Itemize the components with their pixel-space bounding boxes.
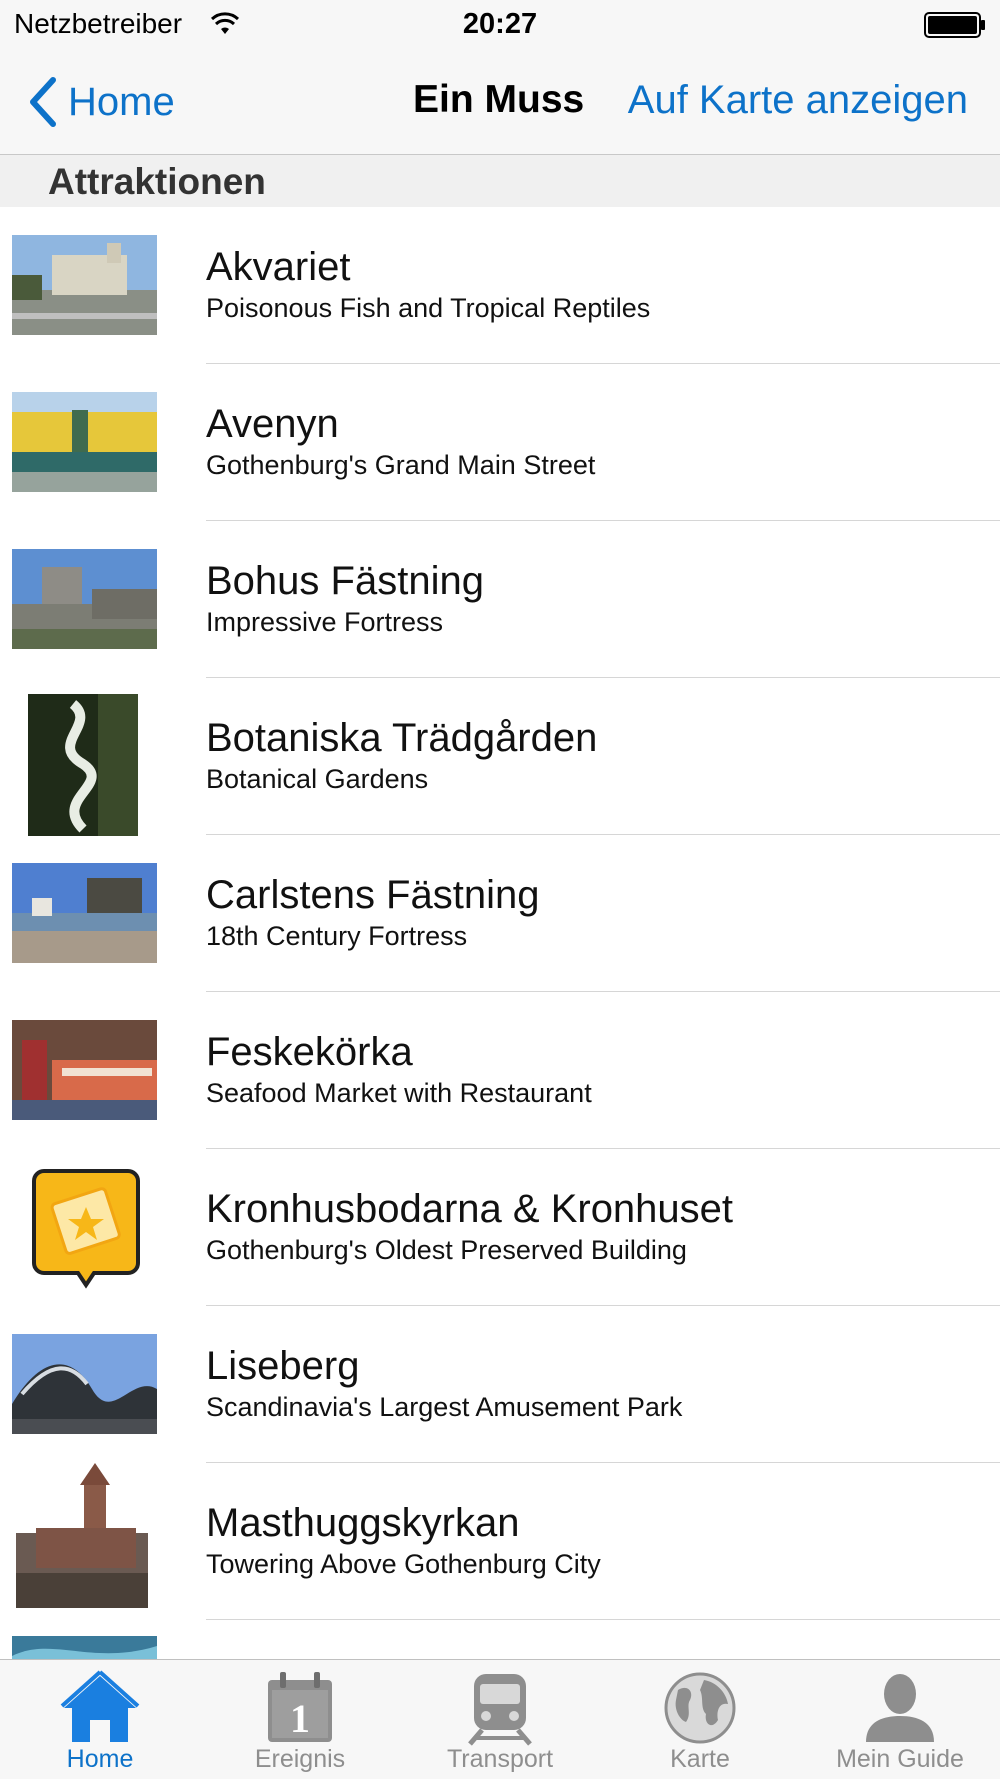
tab-bar: Home 1 Ereignis Transport Karte Mein Gui… xyxy=(0,1659,1000,1779)
page-title: Ein Muss xyxy=(413,78,585,121)
list-item[interactable]: Liseberg Scandinavia's Largest Amusement… xyxy=(0,1306,1000,1463)
thumbnail-image xyxy=(12,1334,157,1434)
tab-transport[interactable]: Transport xyxy=(400,1660,600,1779)
home-icon xyxy=(60,1670,140,1742)
item-subtitle: Impressive Fortress xyxy=(206,607,444,637)
tab-ereignis-label: Ereignis xyxy=(254,1745,346,1773)
clock: 20:27 xyxy=(462,8,538,40)
thumbnail-image xyxy=(12,392,157,492)
tab-mein-guide-label: Mein Guide xyxy=(836,1745,964,1773)
ticket-badge-icon xyxy=(30,1167,142,1289)
svg-text:1: 1 xyxy=(290,1696,310,1741)
list-item[interactable]: Botaniska Trädgården Botanical Gardens xyxy=(0,678,1000,836)
thumbnail-image xyxy=(12,235,157,335)
item-title: Akvariet xyxy=(206,245,351,289)
back-button-label: Home xyxy=(68,79,175,124)
thumbnail-image xyxy=(16,1463,148,1608)
item-subtitle: Gothenburg's Oldest Preserved Building xyxy=(206,1235,687,1265)
train-icon xyxy=(468,1674,532,1746)
tab-home-label: Home xyxy=(66,1745,134,1773)
item-subtitle: Gothenburg's Grand Main Street xyxy=(206,450,596,480)
calendar-icon: 1 xyxy=(268,1672,332,1742)
item-title: Carlstens Fästning xyxy=(206,873,540,917)
item-title: Kronhusbodarna & Kronhuset xyxy=(206,1187,734,1231)
item-subtitle: Scandinavia's Largest Amusement Park xyxy=(206,1392,683,1422)
person-icon xyxy=(866,1674,934,1742)
item-title: Bohus Fästning xyxy=(206,559,484,603)
thumbnail-image xyxy=(12,1020,157,1120)
item-subtitle: 18th Century Fortress xyxy=(206,921,468,951)
item-title: Liseberg xyxy=(206,1344,360,1388)
section-header: Attraktionen xyxy=(0,155,1000,207)
thumbnail-image xyxy=(12,863,157,963)
list-item[interactable]: Carlstens Fästning 18th Century Fortress xyxy=(0,835,1000,992)
list-item[interactable]: Avenyn Gothenburg's Grand Main Street xyxy=(0,364,1000,521)
tab-transport-label: Transport xyxy=(446,1745,554,1773)
tab-karte-label: Karte xyxy=(670,1745,730,1773)
item-subtitle: Botanical Gardens xyxy=(206,764,429,794)
navigation-bar: Home Ein Muss Auf Karte anzeigen xyxy=(0,50,1000,155)
list-item[interactable] xyxy=(0,1620,1000,1659)
thumbnail-image xyxy=(12,1636,157,1659)
list-item[interactable]: Masthuggskyrkan Towering Above Gothenbur… xyxy=(0,1463,1000,1620)
section-title: Attraktionen xyxy=(48,161,266,202)
list-item[interactable]: Bohus Fästning Impressive Fortress xyxy=(0,521,1000,678)
tab-karte[interactable]: Karte xyxy=(600,1660,800,1779)
list-item[interactable]: Kronhusbodarna & Kronhuset Gothenburg's … xyxy=(0,1149,1000,1306)
chevron-left-icon xyxy=(30,77,56,127)
thumbnail-image xyxy=(28,694,138,836)
status-bar: Netzbetreiber 20:27 xyxy=(0,0,1000,50)
tab-mein-guide[interactable]: Mein Guide xyxy=(800,1660,1000,1779)
thumbnail-image xyxy=(12,549,157,649)
item-title: Botaniska Trädgården xyxy=(206,716,598,760)
item-title: Avenyn xyxy=(206,402,339,446)
globe-icon xyxy=(664,1672,736,1744)
battery-icon xyxy=(924,12,986,38)
tab-ereignis[interactable]: 1 Ereignis xyxy=(200,1660,400,1779)
item-subtitle: Seafood Market with Restaurant xyxy=(206,1078,592,1108)
item-subtitle: Towering Above Gothenburg City xyxy=(206,1549,601,1579)
item-subtitle: Poisonous Fish and Tropical Reptiles xyxy=(206,293,651,323)
show-on-map-button[interactable]: Auf Karte anzeigen xyxy=(628,78,968,123)
attractions-list[interactable]: Akvariet Poisonous Fish and Tropical Rep… xyxy=(0,207,1000,1659)
list-item[interactable]: Feskekörka Seafood Market with Restauran… xyxy=(0,992,1000,1149)
list-item[interactable]: Akvariet Poisonous Fish and Tropical Rep… xyxy=(0,207,1000,364)
tab-home[interactable]: Home xyxy=(0,1660,200,1779)
item-title: Feskekörka xyxy=(206,1030,413,1074)
item-title: Masthuggskyrkan xyxy=(206,1501,520,1545)
back-button[interactable]: Home xyxy=(26,76,175,128)
